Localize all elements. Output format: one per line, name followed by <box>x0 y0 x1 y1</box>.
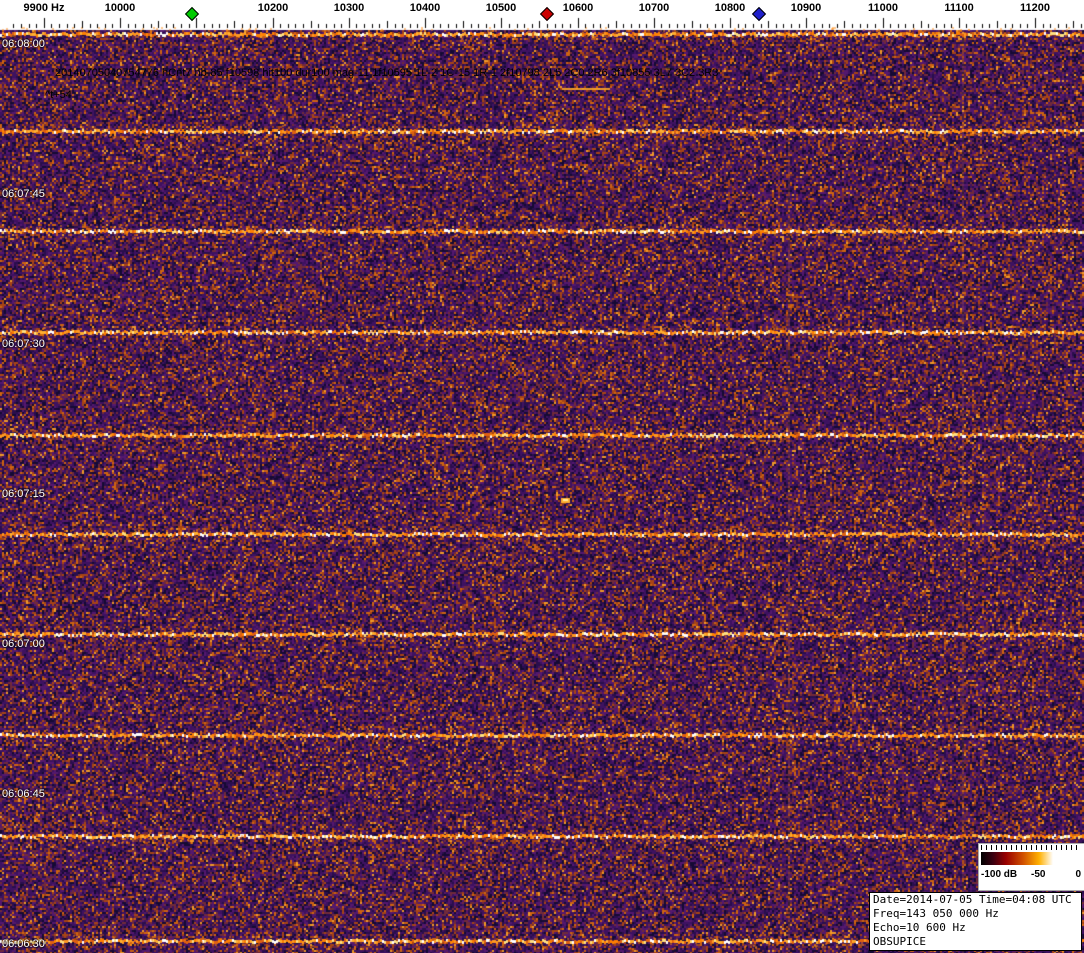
spectrogram-window: 20140705040754776 hCnt7 nb-85 f10598 hit… <box>0 0 1084 953</box>
legend-ruler-ticks <box>981 845 1081 850</box>
info-echo-line: Echo=10 600 Hz <box>873 921 1078 935</box>
time-label: 06:06:45 <box>2 788 45 800</box>
freq-tick-label: 10300 <box>334 2 365 14</box>
freq-tick-label: 11100 <box>944 2 973 14</box>
info-date-line: Date=2014-07-05 Time=04:08 UTC <box>873 893 1078 907</box>
detection-annotation: 20140705040754776 hCnt7 nb-85 f10598 hit… <box>55 67 718 79</box>
time-label: 06:06:30 <box>2 938 45 950</box>
freq-tick-label: 10400 <box>410 2 441 14</box>
freq-tick-label: 10200 <box>258 2 289 14</box>
info-freq-line: Freq=143 050 000 Hz <box>873 907 1078 921</box>
info-station-line: OBSUPICE <box>873 935 1078 949</box>
station-info-box: Date=2014-07-05 Time=04:08 UTC Freq=143 … <box>869 892 1082 951</box>
freq-tick-label: 11200 <box>1020 2 1050 14</box>
time-label: 06:07:00 <box>2 638 45 650</box>
time-label: 06:07:45 <box>2 188 45 200</box>
spectrogram-waterfall <box>0 0 1084 953</box>
freq-tick-label: 10900 <box>791 2 822 14</box>
time-label: 06:07:30 <box>2 338 45 350</box>
legend-max-label: 0 <box>1075 869 1081 880</box>
freq-tick-label: 11000 <box>868 2 898 14</box>
legend-mid-label: -50 <box>1031 869 1045 880</box>
freq-tick-label: 10700 <box>639 2 670 14</box>
color-scale-legend: -100 dB -50 0 <box>978 843 1084 891</box>
time-offset-annotation: ^t+54 <box>45 89 72 101</box>
freq-tick-label: 10800 <box>715 2 746 14</box>
legend-min-label: -100 dB <box>981 869 1017 880</box>
time-label: 06:07:15 <box>2 488 45 500</box>
freq-tick-label: 10600 <box>563 2 594 14</box>
freq-tick-label: 10500 <box>486 2 517 14</box>
legend-gradient-bar <box>981 852 1081 865</box>
freq-tick-label: 10000 <box>105 2 136 14</box>
freq-tick-label: 9900 Hz <box>24 2 65 14</box>
time-label: 06:08:00 <box>2 38 45 50</box>
